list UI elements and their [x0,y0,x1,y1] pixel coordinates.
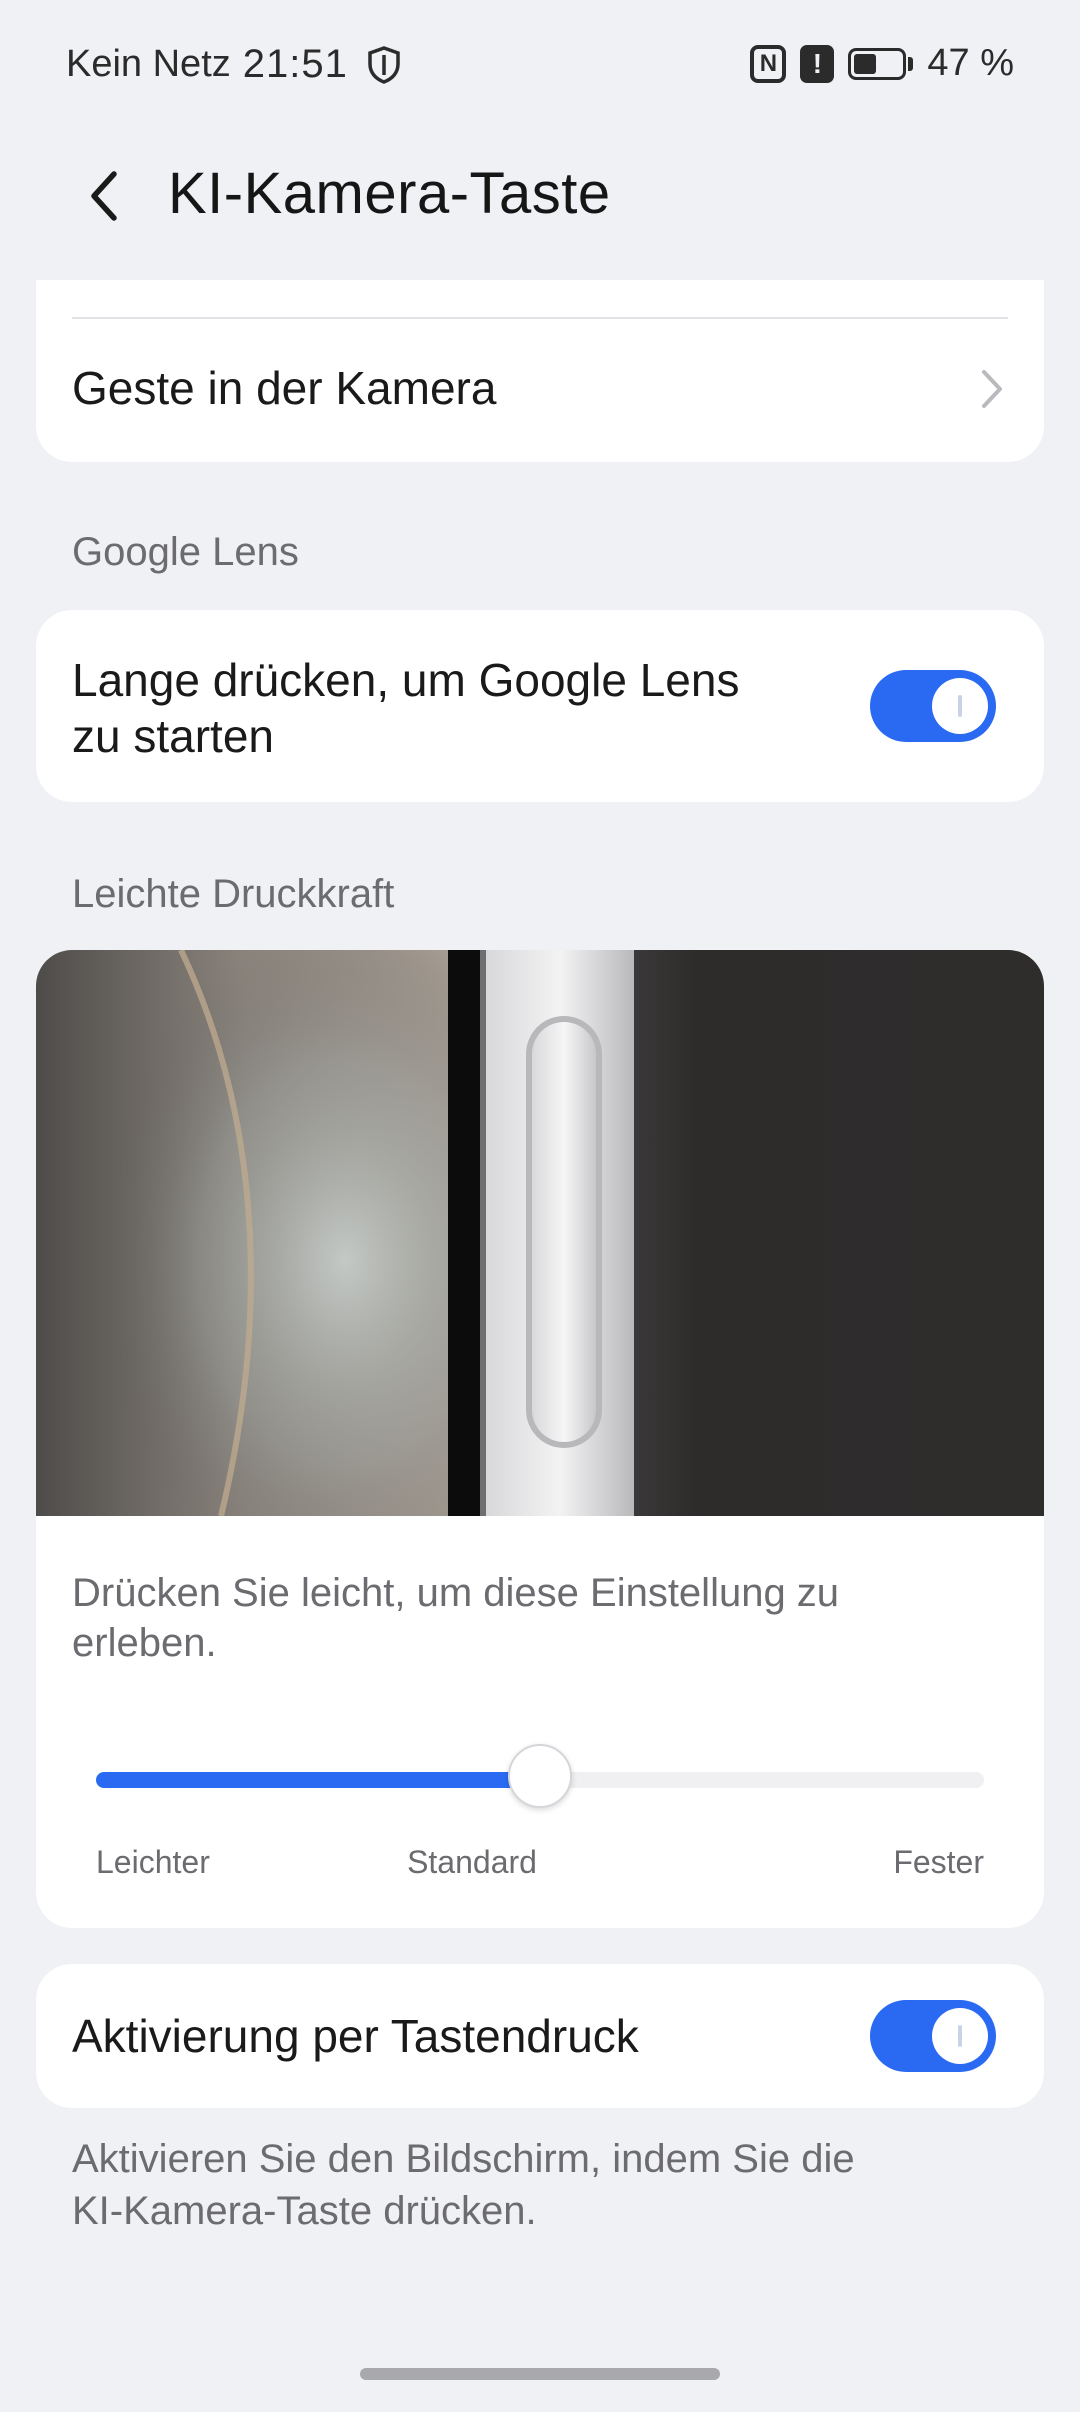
battery-icon [848,47,914,80]
pressure-hint-line2: erleben. [72,1621,217,1665]
status-bar-left: Kein Netz 21:51 [66,42,402,87]
alert-icon: ! [800,44,835,83]
wake-description-line2: KI-Kamera-Taste drücken. [72,2189,537,2233]
google-lens-label-line2: zu starten [72,710,274,762]
nfc-icon: N [750,44,787,83]
toggle-knob [932,2008,988,2064]
carrier-text: Kein Netz [66,43,231,85]
slider-thumb[interactable] [508,1744,572,1808]
wake-card: Aktivierung per Tastendruck [36,1964,1044,2108]
camera-gesture-row[interactable]: Geste in der Kamera [72,360,496,416]
camera-button-illustration [36,950,1044,1516]
wake-toggle-label: Aktivierung per Tastendruck [72,2010,639,2062]
settings-screen: Kein Netz 21:51 N ! 47 % KI-Kamera-Taste… [0,0,1080,2412]
status-bar: Kein Netz 21:51 N ! 47 % [0,0,1080,130]
app-header: KI-Kamera-Taste [0,140,1080,250]
pressure-hint-line1: Drücken Sie leicht, um diese Einstellung… [72,1571,840,1615]
slider-fill [96,1772,540,1788]
section-header-pressure: Leichte Druckkraft [72,872,395,916]
page-title: KI-Kamera-Taste [168,161,611,226]
home-indicator[interactable] [360,2368,720,2380]
wake-description-line1: Aktivieren Sie den Bildschirm, indem Sie… [72,2137,855,2181]
toggle-knob [932,678,988,734]
shield-icon [368,45,400,84]
wake-toggle[interactable] [870,2000,996,2072]
tick-label-firmer: Fester [893,1844,984,1880]
chevron-right-icon[interactable] [978,366,1006,412]
google-lens-toggle[interactable] [870,670,996,742]
google-lens-label-line1: Lange drücken, um Google Lens [72,654,740,706]
battery-level [854,53,876,74]
tick-label-lighter: Leichter [96,1844,210,1880]
divider [72,317,1008,319]
pressure-card: Drücken Sie leicht, um diese Einstellung… [36,950,1044,1928]
back-arrow-icon[interactable] [80,166,130,226]
pressure-slider[interactable] [96,1744,984,1808]
tick-label-standard: Standard [407,1844,537,1880]
section-header-google-lens: Google Lens [72,530,299,574]
battery-percent: 47 % [927,42,1014,84]
status-bar-right: N ! 47 % [750,42,1014,85]
google-lens-card: Lange drücken, um Google Lens zu starten [36,610,1044,802]
clock: 21:51 [242,42,348,86]
camera-gesture-card: Geste in der Kamera [36,280,1044,462]
